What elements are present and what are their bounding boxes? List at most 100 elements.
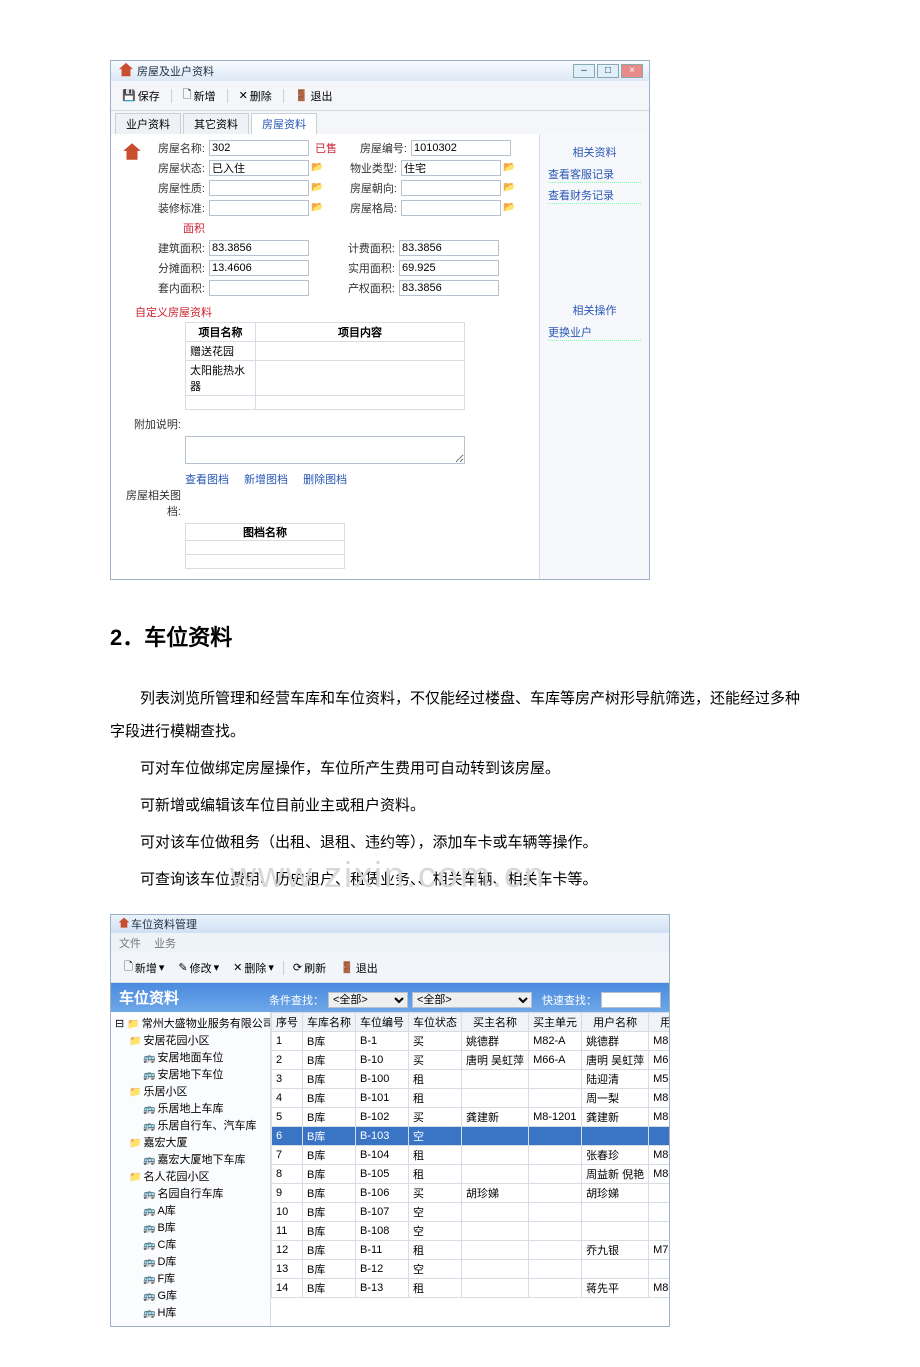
inner-area-input[interactable]: [209, 280, 309, 296]
tree-node[interactable]: 乐居自行车、汽车库: [115, 1118, 266, 1135]
table-row[interactable]: 3B库B-100租陆迎清M5-2: [272, 1070, 670, 1089]
table-row[interactable]: 14B库B-13租蒋先平M8-1: [272, 1279, 670, 1298]
table-row[interactable]: 11B库B-108空: [272, 1222, 670, 1241]
custom-name-cell[interactable]: 赠送花园: [186, 342, 256, 361]
menu-business[interactable]: 业务: [154, 938, 176, 950]
tab-2[interactable]: 房屋资料: [251, 113, 317, 134]
del-image-link[interactable]: 删除图档: [303, 474, 347, 486]
window-titlebar[interactable]: 房屋及业户资料 – □ ×: [111, 61, 649, 81]
filter-value-select[interactable]: <全部>: [412, 992, 532, 1008]
column-header[interactable]: 用: [649, 1013, 669, 1032]
column-header[interactable]: 买主名称: [462, 1013, 529, 1032]
house-no-input[interactable]: [411, 140, 511, 156]
use-area-input[interactable]: [399, 260, 499, 276]
exit-button[interactable]: 🚪退出: [288, 85, 340, 107]
tree-node[interactable]: 安居花园小区: [115, 1033, 266, 1050]
car-icon: [143, 1205, 157, 1217]
tree-node[interactable]: B库: [115, 1220, 266, 1237]
open-icon[interactable]: [311, 201, 327, 215]
prop-type-input[interactable]: [401, 160, 501, 176]
tab-0[interactable]: 业户资料: [115, 113, 181, 134]
view-service-link[interactable]: 查看客服记录: [548, 166, 641, 183]
open-icon[interactable]: [311, 181, 327, 195]
delete-button[interactable]: ✕删除 ▾: [226, 957, 281, 979]
new-button[interactable]: 🗋新增 ▾: [117, 955, 171, 980]
tree-node[interactable]: H库: [115, 1305, 266, 1322]
delete-button[interactable]: ✕删除: [232, 85, 279, 107]
column-header[interactable]: 车库名称: [303, 1013, 356, 1032]
label-prop-area: 产权面积:: [335, 280, 395, 296]
table-row[interactable]: 2B库B-10买唐明 吴虹萍M66-A唐明 吴虹萍M66-: [272, 1051, 670, 1070]
change-owner-link[interactable]: 更换业户: [548, 324, 641, 341]
column-header[interactable]: 车位编号: [356, 1013, 409, 1032]
view-finance-link[interactable]: 查看财务记录: [548, 187, 641, 204]
table-row[interactable]: 8B库B-105租周益新 倪艳M8-1: [272, 1165, 670, 1184]
open-icon[interactable]: [503, 181, 519, 195]
share-area-input[interactable]: [209, 260, 309, 276]
house-icon: [121, 151, 143, 165]
nav-tree[interactable]: ⊟ 常州大盛物业服务有限公司_车库安居花园小区安居地面车位安居地下车位乐居小区乐…: [111, 1012, 271, 1326]
table-row[interactable]: 9B库B-106买胡珍娣胡珍娣: [272, 1184, 670, 1203]
refresh-button[interactable]: ⟳刷新: [286, 957, 333, 979]
window-titlebar[interactable]: 车位资料管理: [111, 915, 669, 933]
table-row[interactable]: 12B库B-11租乔九银M7-7: [272, 1241, 670, 1260]
orientation-input[interactable]: [401, 180, 501, 196]
prop-area-input[interactable]: [399, 280, 499, 296]
layout-input[interactable]: [401, 200, 501, 216]
open-icon[interactable]: [311, 161, 327, 175]
table-row[interactable]: 7B库B-104租张春珍M8-7: [272, 1146, 670, 1165]
table-cell: 10: [272, 1203, 303, 1222]
tree-node[interactable]: F库: [115, 1271, 266, 1288]
tree-node[interactable]: 乐居地上车库: [115, 1101, 266, 1118]
column-header[interactable]: 用户名称: [582, 1013, 649, 1032]
filter-field-select[interactable]: <全部>: [328, 992, 408, 1008]
memo-input[interactable]: [185, 436, 465, 464]
new-button[interactable]: 🗋新增: [176, 83, 223, 108]
table-row[interactable]: 6B库B-103空: [272, 1127, 670, 1146]
save-button[interactable]: 💾保存: [115, 85, 167, 107]
custom-content-cell[interactable]: [256, 361, 465, 396]
custom-name-cell[interactable]: 太阳能热水器: [186, 361, 256, 396]
tree-node[interactable]: 安居地下车位: [115, 1067, 266, 1084]
house-state-input[interactable]: [209, 160, 309, 176]
tree-node[interactable]: 乐居小区: [115, 1084, 266, 1101]
data-grid[interactable]: 序号车库名称车位编号车位状态买主名称买主单元用户名称用 1B库B-1买姚德群M8…: [271, 1012, 669, 1326]
tree-node[interactable]: G库: [115, 1288, 266, 1305]
menu-file[interactable]: 文件: [119, 938, 141, 950]
open-icon[interactable]: [503, 161, 519, 175]
table-row[interactable]: 4B库B-101租周一梨M8-6: [272, 1089, 670, 1108]
house-nature-input[interactable]: [209, 180, 309, 196]
table-row[interactable]: 10B库B-107空: [272, 1203, 670, 1222]
column-header[interactable]: 买主单元: [529, 1013, 582, 1032]
quick-search-input[interactable]: [601, 992, 661, 1008]
tree-node[interactable]: 名人花园小区: [115, 1169, 266, 1186]
open-icon[interactable]: [503, 201, 519, 215]
custom-content-cell[interactable]: [256, 342, 465, 361]
column-header[interactable]: 序号: [272, 1013, 303, 1032]
tree-node[interactable]: D库: [115, 1254, 266, 1271]
tree-node[interactable]: 名园自行车库: [115, 1186, 266, 1203]
tree-node[interactable]: 嘉宏大厦: [115, 1135, 266, 1152]
exit-button[interactable]: 🚪退出: [333, 957, 385, 979]
table-row[interactable]: 1B库B-1买姚德群M82-A姚德群M82-: [272, 1032, 670, 1051]
tree-node[interactable]: 嘉宏大厦地下车库: [115, 1152, 266, 1169]
max-button[interactable]: □: [597, 64, 619, 78]
tree-node[interactable]: 安居地面车位: [115, 1050, 266, 1067]
tree-node[interactable]: ⊟ 常州大盛物业服务有限公司_车库: [115, 1016, 266, 1033]
tree-node[interactable]: C库: [115, 1237, 266, 1254]
tab-1[interactable]: 其它资料: [183, 113, 249, 134]
edit-button[interactable]: ✎修改 ▾: [171, 957, 226, 979]
min-button[interactable]: –: [573, 64, 595, 78]
column-header[interactable]: 车位状态: [409, 1013, 462, 1032]
house-name-input[interactable]: [209, 140, 309, 156]
new-image-link[interactable]: 新增图档: [244, 474, 288, 486]
table-row[interactable]: 13B库B-12空: [272, 1260, 670, 1279]
tree-node[interactable]: A库: [115, 1203, 266, 1220]
close-button[interactable]: ×: [621, 64, 643, 78]
build-area-input[interactable]: [209, 240, 309, 256]
table-row[interactable]: 5B库B-102买龚建新M8-1201龚建新M8-1: [272, 1108, 670, 1127]
calc-area-input[interactable]: [399, 240, 499, 256]
table-cell: [529, 1184, 582, 1203]
view-image-link[interactable]: 查看图档: [185, 474, 229, 486]
decor-input[interactable]: [209, 200, 309, 216]
